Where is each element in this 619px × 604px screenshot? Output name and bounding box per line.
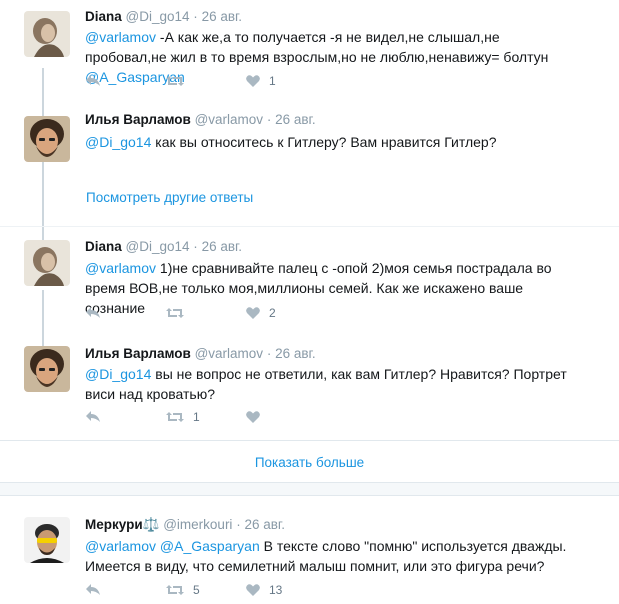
reply-button[interactable] — [85, 583, 101, 597]
mention-link[interactable]: @varlamov — [85, 29, 156, 45]
avatar[interactable] — [24, 11, 70, 57]
tweet-header: Илья Варламов @varlamov · 26 авг. — [85, 346, 316, 361]
tweet-date[interactable]: 26 авг. — [202, 239, 242, 254]
mention-link[interactable]: @Di_go14 — [85, 366, 151, 382]
retweet-button[interactable]: 1 — [165, 410, 200, 424]
tweet-text: @Di_go14 как вы относитесь к Гитлеру? Ва… — [85, 132, 585, 152]
tweet-body: В тексте слово "помню" используется дваж… — [85, 538, 567, 574]
reply-icon — [86, 307, 100, 318]
retweet-count: 5 — [193, 583, 200, 597]
tweet-date[interactable]: 26 авг. — [202, 9, 242, 24]
author-handle[interactable]: @varlamov — [195, 346, 263, 361]
author-handle[interactable]: @Di_go14 — [126, 9, 190, 24]
avatar[interactable] — [24, 116, 70, 162]
avatar[interactable] — [24, 240, 70, 286]
separator-dot: · — [193, 239, 198, 254]
avatar[interactable] — [24, 346, 70, 392]
thread-line — [42, 162, 44, 242]
reply-button[interactable] — [85, 306, 101, 320]
reply-icon — [86, 75, 100, 86]
tweet-text: @varlamov -А как же,а то получается -я н… — [85, 27, 585, 87]
heart-icon — [246, 307, 260, 319]
heart-icon — [246, 584, 260, 596]
mention-link[interactable]: @varlamov — [85, 538, 156, 554]
reply-button[interactable] — [85, 410, 101, 424]
divider — [0, 495, 619, 496]
author-handle[interactable]: @Di_go14 — [126, 239, 190, 254]
avatar[interactable] — [24, 517, 70, 563]
tweet-text: @varlamov @A_Gasparyan В тексте слово "п… — [85, 536, 585, 576]
tweet[interactable]: Илья Варламов @varlamov · 26 авг. @Di_go… — [0, 108, 619, 168]
more-replies-link[interactable]: Посмотреть другие ответы — [86, 190, 253, 205]
author-handle[interactable]: @imerkouri — [163, 517, 232, 532]
tweet-text: @Di_go14 вы не вопрос не ответили, как в… — [85, 364, 585, 404]
tweet-header: Diana @Di_go14 · 26 авг. — [85, 9, 242, 24]
tweet-date[interactable]: 26 авг. — [244, 517, 284, 532]
tweet-text: @varlamov 1)не сравнивайте палец с -опой… — [85, 258, 585, 318]
reply-icon — [86, 411, 100, 422]
retweet-button[interactable] — [165, 74, 193, 88]
like-button[interactable] — [245, 410, 269, 424]
tweet[interactable]: Илья Варламов @varlamov · 26 авг. @Di_go… — [0, 340, 619, 440]
tweet-header: Меркури⚖️ @imerkouri · 26 авг. — [85, 517, 285, 533]
like-button[interactable]: 2 — [245, 306, 276, 320]
like-button[interactable]: 13 — [245, 583, 282, 597]
mention-link[interactable]: @A_Gasparyan — [160, 538, 260, 554]
reply-button[interactable] — [85, 74, 101, 88]
tweet[interactable]: Меркури⚖️ @imerkouri · 26 авг. @varlamov… — [0, 505, 619, 604]
separator-dot: · — [236, 517, 241, 532]
separator-dot: · — [266, 346, 272, 361]
separator-dot: · — [193, 9, 198, 24]
mention-link[interactable]: @Di_go14 — [85, 134, 151, 150]
retweet-icon — [166, 76, 184, 86]
retweet-icon — [166, 585, 184, 595]
retweet-button[interactable] — [165, 306, 193, 320]
author-name[interactable]: Илья Варламов — [85, 112, 191, 127]
mention-link[interactable]: @varlamov — [85, 260, 156, 276]
author-name[interactable]: Меркури⚖️ — [85, 517, 159, 532]
author-name[interactable]: Илья Варламов — [85, 346, 191, 361]
like-count: 1 — [269, 74, 276, 88]
tweet-header: Илья Варламов @varlamov · 26 авг. — [85, 112, 316, 127]
show-more-link[interactable]: Показать больше — [0, 455, 619, 470]
tweet[interactable]: Diana @Di_go14 · 26 авг. @varlamov -А ка… — [0, 0, 619, 100]
like-count: 13 — [269, 583, 283, 597]
retweet-button[interactable]: 5 — [165, 583, 200, 597]
like-button[interactable]: 1 — [245, 74, 276, 88]
author-handle[interactable]: @varlamov — [195, 112, 263, 127]
tweet[interactable]: Diana @Di_go14 · 26 авг. @varlamov 1)не … — [0, 232, 619, 332]
tweet-body: как вы относитесь к Гитлеру? Вам нравитс… — [151, 134, 497, 150]
tweet-body: вы не вопрос не ответили, как вам Гитлер… — [85, 366, 567, 402]
retweet-icon — [166, 308, 184, 318]
heart-icon — [246, 411, 260, 423]
section-gap — [0, 483, 619, 495]
retweet-count: 1 — [193, 410, 200, 424]
author-name[interactable]: Diana — [85, 239, 122, 254]
tweet-header: Diana @Di_go14 · 26 авг. — [85, 239, 242, 254]
like-count: 2 — [269, 306, 276, 320]
divider — [0, 226, 619, 227]
author-name[interactable]: Diana — [85, 9, 122, 24]
tweet-date[interactable]: 26 авг. — [275, 346, 315, 361]
retweet-icon — [166, 412, 184, 422]
tweet-date[interactable]: 26 авг. — [275, 112, 315, 127]
reply-icon — [86, 584, 100, 595]
heart-icon — [246, 75, 260, 87]
divider — [0, 440, 619, 441]
separator-dot: · — [266, 112, 272, 127]
